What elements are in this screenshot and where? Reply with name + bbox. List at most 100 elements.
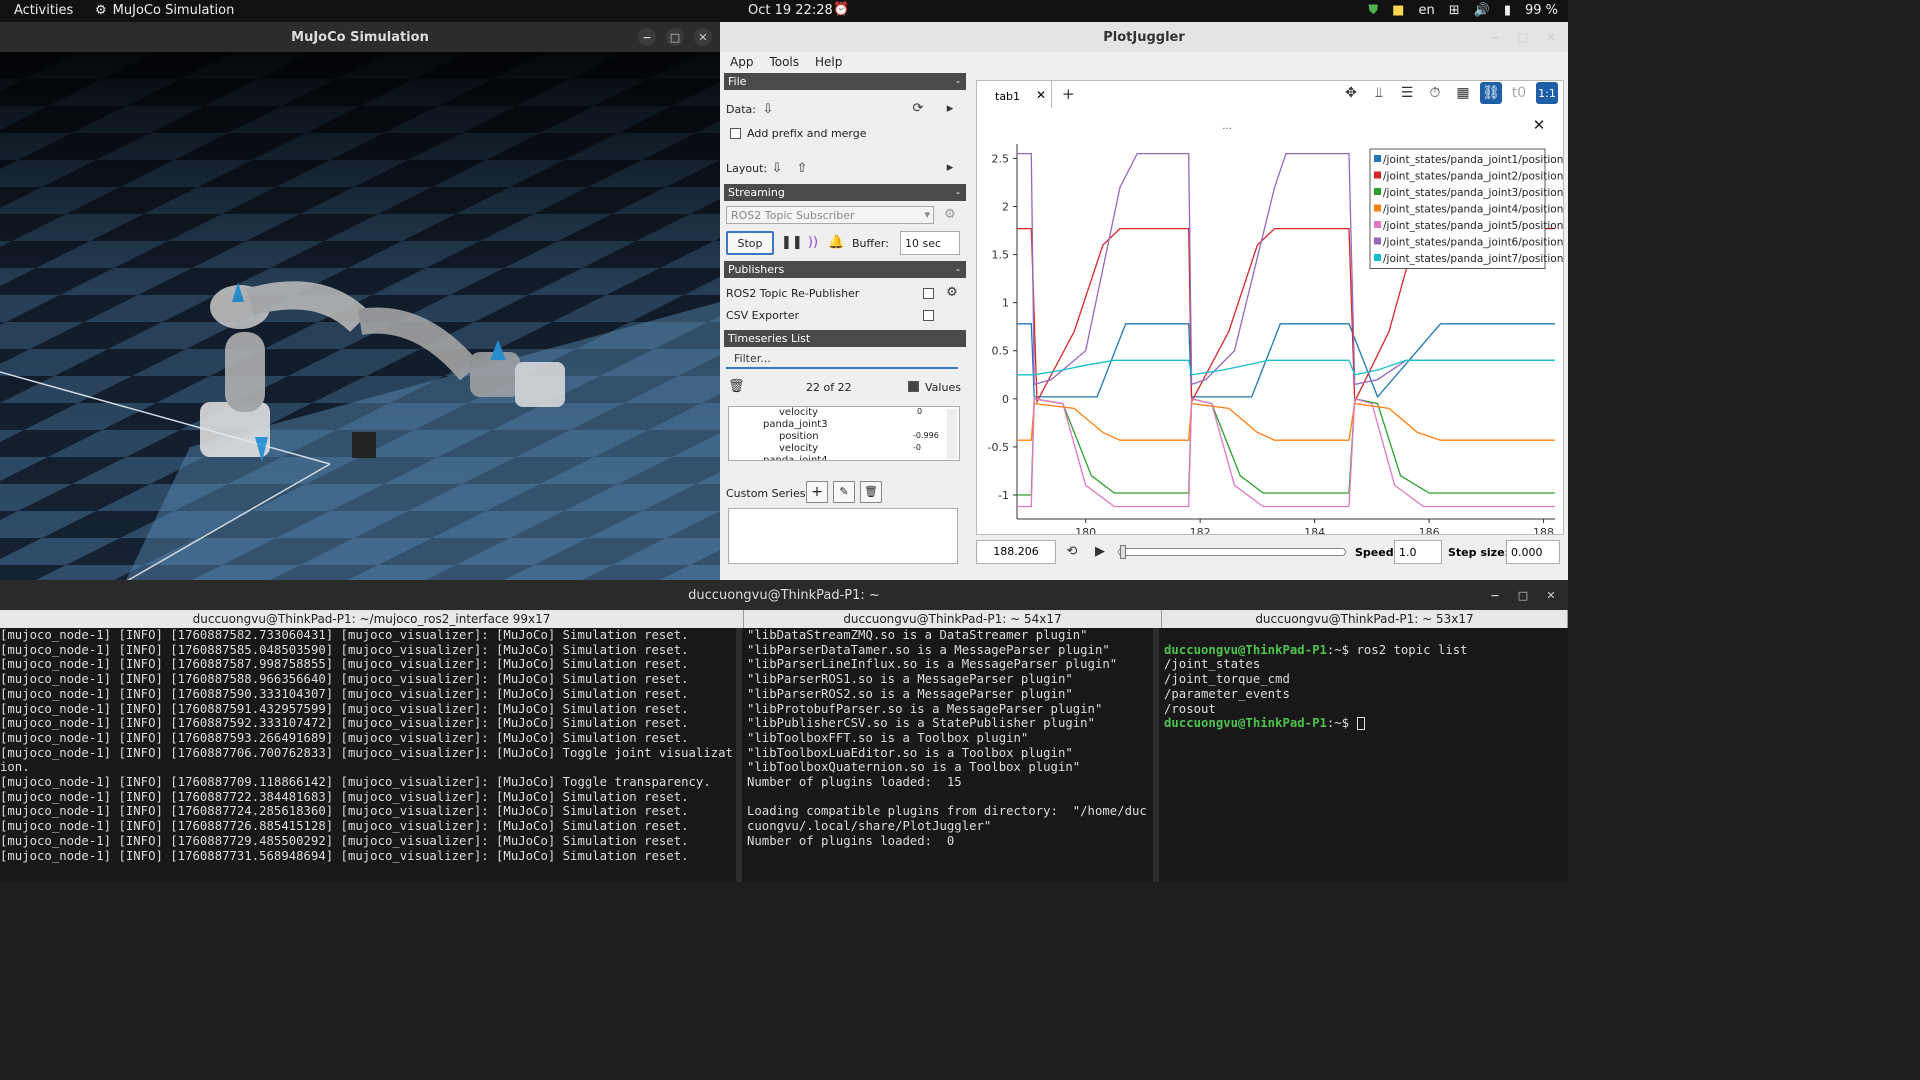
activities-button[interactable]: Activities [14, 3, 73, 18]
broadcast-icon[interactable]: )) [805, 235, 821, 251]
pause-icon[interactable]: ❚❚ [781, 235, 803, 251]
move-icon[interactable]: ✥ [1340, 82, 1362, 104]
step-size-spinbox[interactable]: 0.000 [1506, 540, 1560, 564]
close-icon[interactable]: ✕ [694, 28, 712, 46]
mujoco-window[interactable]: MuJoCo Simulation − □ ✕ [0, 22, 720, 582]
save-layout-icon[interactable]: ⇧ [794, 161, 810, 177]
maximize-icon[interactable]: □ [1514, 28, 1532, 46]
stop-button[interactable]: Stop [726, 231, 774, 255]
tree-item[interactable]: velocity [779, 443, 818, 454]
simulation-viewport[interactable] [0, 52, 720, 582]
notes-icon[interactable]: ■ [1392, 3, 1404, 18]
terminal-window[interactable]: duccuongvu@ThinkPad-P1: ~ − □ ✕ duccuong… [0, 580, 1568, 882]
target-cube[interactable] [352, 432, 376, 458]
pane-divider[interactable] [736, 628, 742, 882]
custom-series-list[interactable] [728, 508, 958, 564]
menu-help[interactable]: Help [815, 55, 842, 69]
close-plot-icon[interactable]: ✕ [1533, 116, 1546, 134]
expand-arrow-icon[interactable]: ▸ [942, 160, 958, 176]
load-layout-icon[interactable]: ⇩ [769, 161, 785, 177]
time-field[interactable]: 188.206 [976, 540, 1056, 564]
grid-icon[interactable]: ▦ [1452, 82, 1474, 104]
terminal-pane-1[interactable]: [mujoco_node-1] [INFO] [1760887582.73306… [0, 628, 736, 880]
section-timeseries[interactable]: Timeseries List [724, 330, 966, 347]
menu-app[interactable]: App [730, 55, 753, 69]
trash-icon[interactable]: 🗑 [728, 379, 745, 395]
minimize-icon[interactable]: − [638, 28, 656, 46]
trash-icon[interactable]: 🗑 [860, 481, 882, 503]
speed-spinbox[interactable]: 1.0 [1394, 540, 1442, 564]
buffer-spinbox[interactable]: 10 sec [900, 231, 960, 255]
section-publishers[interactable]: Publishers - [724, 261, 966, 278]
minimize-icon[interactable]: − [1486, 28, 1504, 46]
terminal-pane-3[interactable]: duccuongvu@ThinkPad-P1:~$ ros2 topic lis… [1164, 628, 1564, 880]
output-line: [mujoco_node-1] [INFO] [1760887724.28561… [0, 804, 689, 819]
close-tab-icon[interactable]: ✕ [1036, 88, 1046, 102]
section-streaming[interactable]: Streaming - [724, 184, 966, 201]
slider-handle[interactable] [1120, 545, 1126, 559]
legend-swatch [1374, 155, 1381, 162]
prefix-checkbox[interactable] [730, 128, 741, 139]
timeseries-tree[interactable]: velocity 0 panda_joint3 position -0.996 ve… [728, 406, 960, 461]
time-offset-icon[interactable]: t0 [1508, 82, 1530, 104]
clock[interactable]: Oct 19 22:28 [748, 3, 833, 18]
bell-icon[interactable]: 🔔 [828, 235, 844, 251]
load-data-icon[interactable]: ⇩ [760, 102, 776, 118]
menu-tools[interactable]: Tools [769, 55, 799, 69]
terminal-tab-1[interactable]: duccuongvu@ThinkPad-P1: ~/mujoco_ros2_in… [0, 610, 744, 628]
close-icon[interactable]: ✕ [1542, 28, 1560, 46]
battery-icon[interactable]: ▮ [1504, 3, 1511, 18]
system-tray[interactable]: ⛊ ■ en ⊞ 🔊 ▮ 99 % [1368, 3, 1558, 18]
output-line: [mujoco_node-1] [INFO] [1760887585.04850… [0, 642, 689, 657]
axis-icon[interactable]: ⫫ [1368, 82, 1390, 104]
timer-icon[interactable]: ⏱ [1424, 82, 1446, 104]
reload-icon[interactable]: ⟳ [910, 101, 926, 117]
gear-icon[interactable]: ⚙ [942, 207, 958, 223]
tree-item[interactable]: position [779, 431, 819, 442]
plotjuggler-titlebar[interactable]: PlotJuggler − □ ✕ [720, 22, 1568, 52]
output-line: "libToolboxQuaternion.so is a Toolbox pl… [747, 760, 1081, 775]
close-icon[interactable]: ✕ [1542, 586, 1560, 604]
terminal-pane-2[interactable]: "libDataStreamZMQ.so is a DataStreamer p… [747, 628, 1152, 880]
add-tab-icon[interactable]: + [1062, 85, 1075, 103]
gear-icon[interactable]: ⚙ [944, 285, 960, 301]
mujoco-titlebar[interactable]: MuJoCo Simulation − □ ✕ [0, 22, 720, 52]
ratio-icon[interactable]: 1:1 [1536, 82, 1558, 104]
volume-icon[interactable]: 🔊 [1474, 3, 1490, 18]
link-icon[interactable]: ⛓ [1480, 82, 1502, 104]
values-checkbox[interactable] [908, 381, 919, 392]
app-menu[interactable]: ⚙ MuJoCo Simulation [95, 3, 234, 18]
plotjuggler-window[interactable]: PlotJuggler − □ ✕ App Tools Help File - D… [720, 22, 1568, 580]
section-file[interactable]: File - [724, 73, 966, 90]
shield-icon[interactable]: ⛊ [1368, 3, 1378, 18]
streaming-source-select[interactable]: ROS2 Topic Subscriber ▾ [726, 206, 934, 224]
y-tick-label: 1 [1002, 297, 1009, 310]
maximize-icon[interactable]: □ [666, 28, 684, 46]
language-indicator[interactable]: en [1418, 3, 1434, 18]
expand-arrow-icon[interactable]: ▸ [942, 101, 958, 117]
tree-item[interactable]: velocity [779, 407, 818, 418]
edit-icon[interactable]: ✎ [833, 481, 855, 503]
legend-swatch [1374, 171, 1381, 179]
add-icon[interactable]: + [806, 481, 828, 503]
tree-item[interactable]: panda_joint4 [763, 455, 828, 460]
terminal-tab-2[interactable]: duccuongvu@ThinkPad-P1: ~ 54x17 [744, 610, 1162, 628]
tree-value: 0 [917, 407, 923, 416]
minimize-icon[interactable]: − [1486, 586, 1504, 604]
pane-divider[interactable] [1153, 628, 1159, 882]
legend-icon[interactable]: ☰ [1396, 82, 1418, 104]
loop-icon[interactable]: ⟲ [1064, 544, 1080, 560]
time-slider[interactable] [1118, 545, 1346, 559]
app-name: MuJoCo Simulation [112, 3, 235, 18]
tree-item[interactable]: panda_joint3 [763, 419, 828, 430]
timeseries-chart[interactable]: 2.5 2 1.5 1 0.5 0 -0.5 -1 180 182 184 186 188/joint_… [977, 109, 1563, 534]
filter-input[interactable]: Filter... [726, 349, 958, 369]
maximize-icon[interactable]: □ [1514, 586, 1532, 604]
tree-scrollbar[interactable] [947, 409, 957, 459]
terminal-titlebar[interactable]: duccuongvu@ThinkPad-P1: ~ − □ ✕ [0, 580, 1568, 610]
play-icon[interactable]: ▶ [1092, 544, 1108, 560]
publisher-ros2-checkbox[interactable] [923, 288, 934, 299]
network-icon[interactable]: ⊞ [1449, 3, 1460, 18]
terminal-tab-3[interactable]: duccuongvu@ThinkPad-P1: ~ 53x17 [1162, 610, 1568, 628]
publisher-csv-checkbox[interactable] [923, 310, 934, 321]
